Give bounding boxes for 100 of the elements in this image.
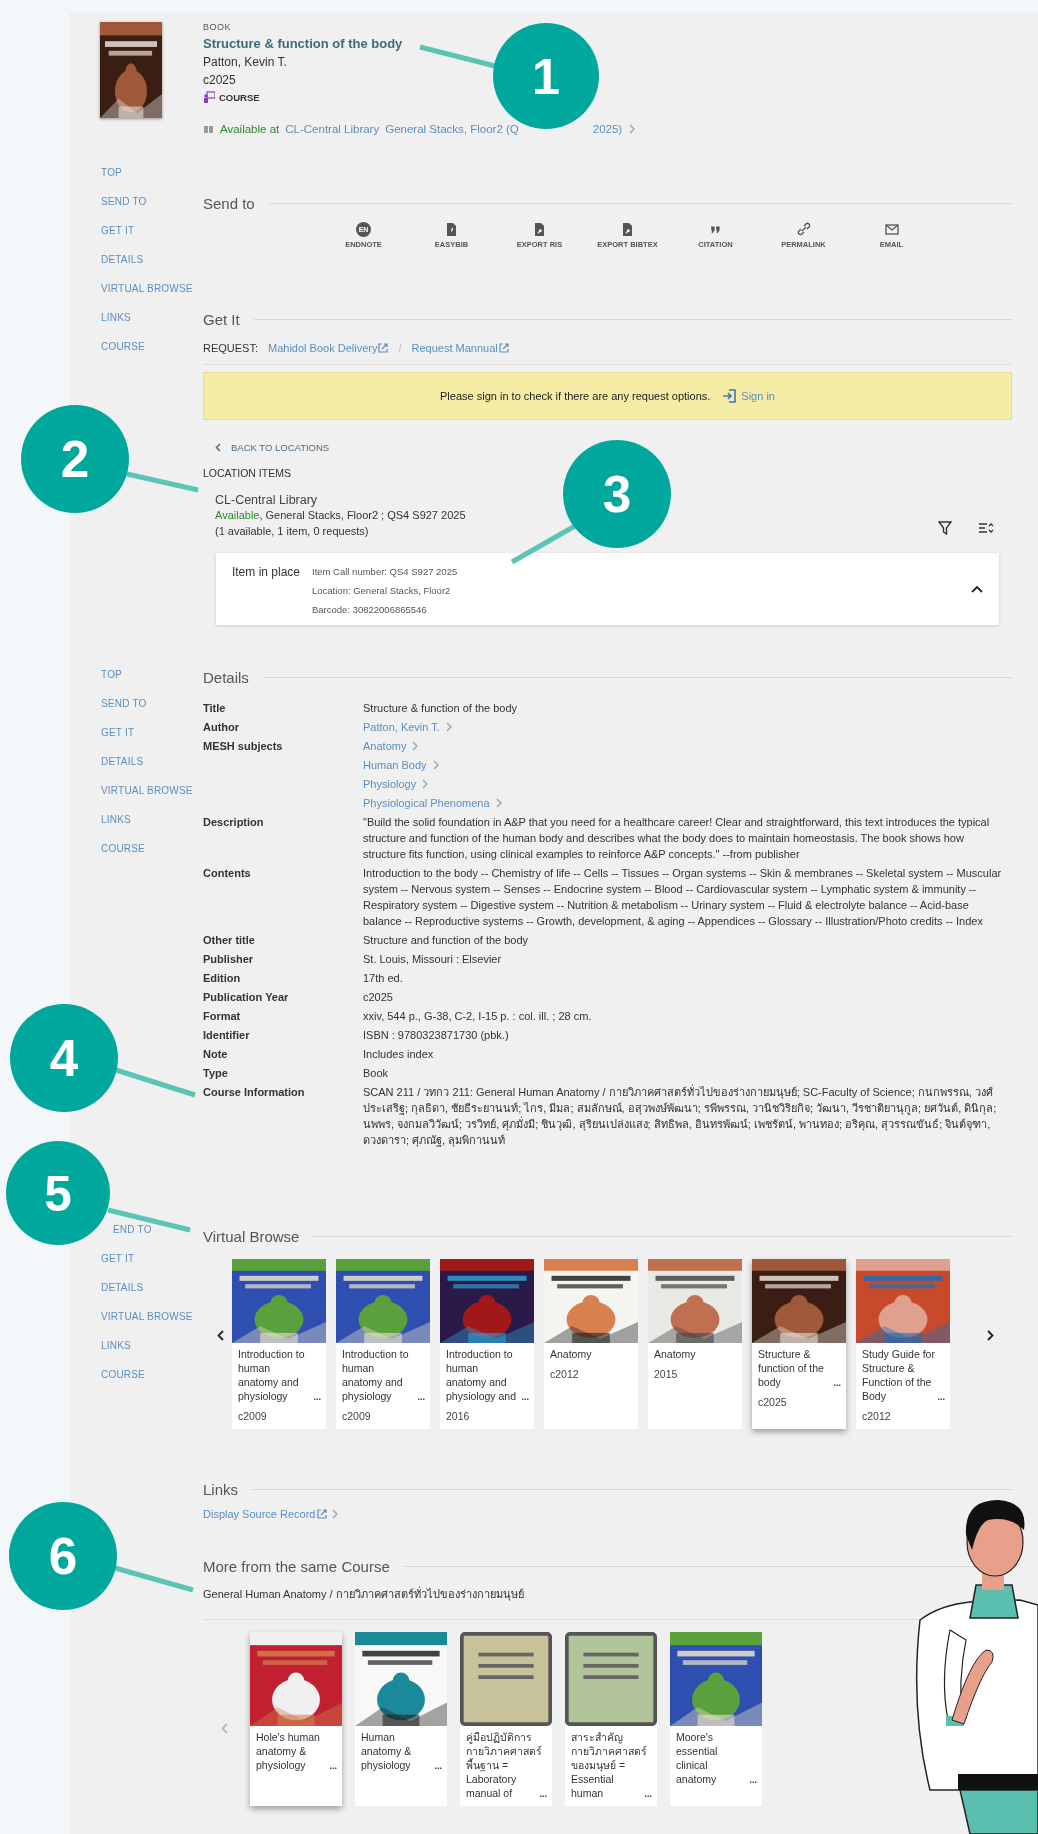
section-heading: Virtual Browse	[203, 1228, 1012, 1245]
library-link[interactable]: CL-Central Library	[285, 123, 380, 135]
book-icon	[203, 124, 214, 134]
source-record-link[interactable]: Display Source Record	[203, 1508, 327, 1520]
book-title: Anatomy	[654, 1347, 697, 1361]
request-counts: (1 available, 1 item, 0 requests)	[215, 524, 370, 539]
chevron-left-icon[interactable]	[215, 443, 221, 452]
nav-link[interactable]: COURSE	[101, 341, 145, 352]
more-indicator[interactable]: ...	[313, 1391, 321, 1403]
book-title: Introduction to human anatomy and physiology	[238, 1347, 306, 1403]
location-text: 2025)	[592, 123, 623, 135]
nav-link[interactable]: TOP	[101, 167, 122, 178]
book-date: c2012	[861, 1409, 892, 1424]
nav-link[interactable]: LINKS	[101, 1340, 131, 1351]
field-label: Publisher	[203, 952, 255, 967]
more-indicator[interactable]: ...	[329, 1760, 337, 1772]
more-indicator[interactable]: ...	[434, 1760, 442, 1772]
field-label: Note	[203, 1047, 229, 1062]
request-link[interactable]: Mahidol Book Delivery	[268, 342, 389, 354]
book-title: Human anatomy & physiology	[361, 1730, 413, 1772]
sign-in-icon[interactable]	[722, 389, 737, 403]
field-value: xxiv, 544 p., G-38, C-2, I-15 p. : col. ill. ; 28 cm.	[363, 1009, 593, 1024]
nav-link[interactable]: DETAILS	[101, 1282, 144, 1293]
request-link[interactable]: Request Mannual	[411, 342, 509, 354]
subject-link[interactable]: Anatomy	[363, 738, 420, 754]
separator: /	[398, 342, 402, 354]
book-card[interactable]: Structure & function of the body ... c2025	[752, 1259, 846, 1429]
book-title: Introduction to human anatomy and physiology and	[446, 1347, 518, 1403]
callout-number: 2	[21, 405, 129, 513]
section-heading: Send to	[203, 195, 1012, 212]
subject-link[interactable]: Patton, Kevin T.	[363, 719, 453, 735]
book-card[interactable]: Introduction to human anatomy and physiology ... c2009	[336, 1259, 430, 1429]
banner-message: Please sign in to check if there are any request options.	[440, 390, 711, 402]
nav-link[interactable]: GET IT	[101, 1253, 135, 1264]
field-value: 17th ed.	[363, 971, 404, 986]
more-indicator[interactable]: ...	[749, 1774, 757, 1786]
book-date: 2016	[445, 1409, 471, 1424]
chevron-right-icon	[411, 741, 420, 751]
sort-icon[interactable]	[978, 521, 994, 535]
file-export-icon	[620, 222, 635, 237]
book-card[interactable]: Human anatomy & physiology ...	[355, 1632, 447, 1806]
course-label: COURSE	[219, 91, 260, 103]
book-card[interactable]: Anatomy 2015	[648, 1259, 742, 1429]
record-date: c2025	[203, 73, 236, 87]
library-name: CL-Central Library	[215, 493, 319, 507]
subject-link[interactable]: Physiological Phenomena	[363, 795, 503, 811]
sign-in-link[interactable]: Sign in	[741, 390, 775, 402]
nav-link[interactable]: LINKS	[101, 814, 131, 825]
nav-link[interactable]: VIRTUAL BROWSE	[101, 1311, 193, 1322]
nav-link[interactable]: VIRTUAL BROWSE	[101, 785, 193, 796]
subject-link[interactable]: Human Body	[363, 757, 440, 773]
chevron-up-icon[interactable]	[971, 585, 983, 593]
record-author: Patton, Kevin T.	[203, 55, 287, 69]
location-detail: , General Stacks, Floor2 ; QS4 S927 2025	[259, 509, 466, 521]
nav-link[interactable]: END TO	[113, 1224, 152, 1235]
book-card[interactable]: Anatomy c2012	[544, 1259, 638, 1429]
item-detail: Barcode: 30822006865546	[312, 604, 428, 615]
field-label: Course Information	[203, 1085, 306, 1100]
more-indicator[interactable]: ...	[937, 1391, 945, 1403]
book-card[interactable]: Introduction to human anatomy and physiology ... c2009	[232, 1259, 326, 1429]
nav-link[interactable]: COURSE	[101, 1369, 145, 1380]
nav-link[interactable]: DETAILS	[101, 254, 144, 265]
more-indicator[interactable]: ...	[539, 1788, 547, 1800]
nav-link[interactable]: TOP	[101, 669, 122, 680]
more-indicator[interactable]: ...	[417, 1391, 425, 1403]
book-title: Structure & function of the body	[758, 1347, 825, 1389]
book-card[interactable]: Moore's essential clinical anatomy ...	[670, 1632, 762, 1806]
nav-link[interactable]: SEND TO	[101, 196, 147, 207]
location-text: General Stacks, Floor2 (Q	[385, 123, 519, 135]
nav-link[interactable]: DETAILS	[101, 756, 144, 767]
nav-link[interactable]: SEND TO	[101, 698, 147, 709]
teacher-icon	[203, 91, 215, 103]
nav-link[interactable]: GET IT	[101, 727, 135, 738]
link-icon	[796, 222, 811, 237]
nav-link[interactable]: VIRTUAL BROWSE	[101, 283, 193, 294]
field-label: Publication Year	[203, 990, 290, 1005]
nav-link[interactable]: GET IT	[101, 225, 135, 236]
file-icon	[444, 222, 459, 237]
field-value: ISBN : 9780323871730 (pbk.)	[363, 1028, 510, 1043]
field-label: Identifier	[203, 1028, 251, 1043]
field-value: Structure & function of the body	[363, 701, 519, 716]
field-value: St. Louis, Missouri : Elsevier	[363, 952, 503, 967]
more-indicator[interactable]: ...	[521, 1391, 529, 1403]
nav-link[interactable]: LINKS	[101, 312, 131, 323]
filter-icon[interactable]	[938, 521, 952, 535]
more-indicator[interactable]: ...	[644, 1788, 652, 1800]
book-card[interactable]: คู่มือปฏิบัติการกายวิภาคศาสตร์พื้นฐาน = Laboratory manual of ...	[460, 1632, 552, 1806]
more-indicator[interactable]: ...	[833, 1377, 841, 1389]
item-detail: Location: General Stacks, Floor2	[312, 585, 452, 596]
record-title[interactable]: Structure & function of the body	[203, 36, 403, 51]
book-card[interactable]: Hole's human anatomy & physiology ...	[250, 1632, 342, 1806]
book-card[interactable]: Study Guide for Structure & Function of the Body ... c2012	[856, 1259, 950, 1429]
back-link[interactable]: BACK TO LOCATIONS	[231, 442, 330, 453]
nav-link[interactable]: COURSE	[101, 843, 145, 854]
field-label: Edition	[203, 971, 242, 986]
book-card[interactable]: Introduction to human anatomy and physiology and ... 2016	[440, 1259, 534, 1429]
item-status: Item in place	[230, 564, 300, 581]
section-heading: Links	[203, 1481, 1012, 1498]
subject-link[interactable]: Physiology	[363, 776, 430, 792]
book-card[interactable]: สาระสำคัญกายวิภาคศาสตร์ของมนุษย์ = Essential human ...	[565, 1632, 657, 1806]
